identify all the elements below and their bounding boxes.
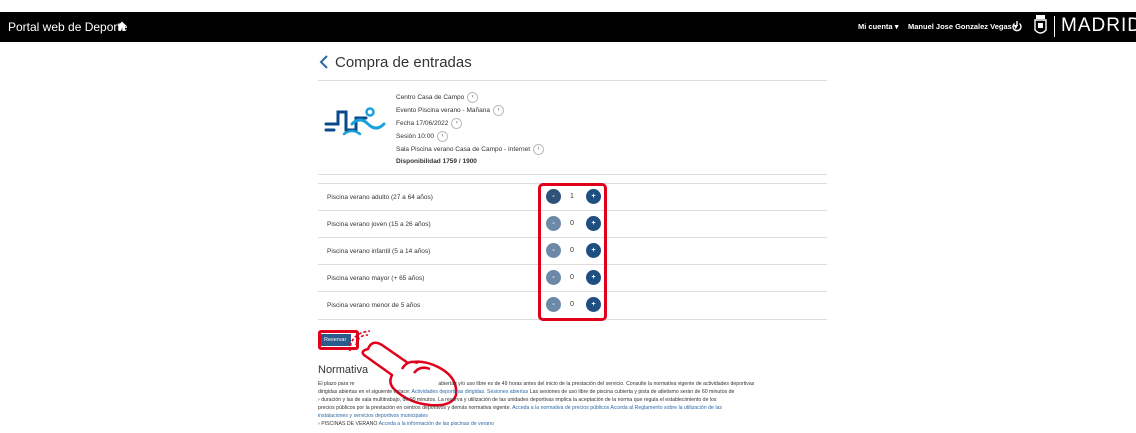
chevron-left-icon[interactable]: ‹ — [533, 144, 545, 155]
section-title-normativa: Normativa — [318, 364, 369, 376]
facilities-link[interactable]: instalaciones y servicios deportivos mun… — [318, 413, 428, 419]
quantity-highlight-box — [538, 183, 607, 321]
madrid-crest-icon — [1034, 15, 1047, 34]
home-icon[interactable] — [117, 21, 127, 31]
normativa-text: precios públicos por la prestación en ce… — [318, 405, 511, 411]
session-label: Sesión 10:00 — [396, 133, 434, 141]
normativa-text: abiertas y/o uso libre es de 49 horas an… — [438, 381, 755, 387]
chevron-left-icon[interactable]: ‹ — [436, 131, 448, 142]
my-account-menu[interactable]: Mi cuenta ▾ — [858, 22, 898, 31]
ticket-label: Piscina verano menor de 5 años — [327, 302, 421, 309]
activities-link[interactable]: Actividades deportivas dirigidas. Sesion… — [411, 389, 528, 395]
availability-info-row: Disponibilidad 1759 / 1900 — [396, 158, 477, 165]
room-info-row: Sala Piscina verano Casa de Campo - Inte… — [396, 144, 545, 155]
bullet-icon: › — [318, 397, 320, 403]
ticket-label: Piscina verano mayor (+ 65 años) — [327, 275, 425, 282]
ticket-label: Piscina verano infantil (5 a 14 años) — [327, 248, 431, 255]
date-info-row: Fecha 17/06/2022 ‹ — [396, 118, 463, 129]
event-info-row: Evento Piscina verano - Mañana ‹ — [396, 105, 504, 116]
normativa-line: dirigidas abiertas en el siguiente enlac… — [318, 389, 734, 395]
page-title: Compra de entradas — [335, 54, 472, 71]
chevron-left-icon[interactable]: ‹ — [467, 92, 479, 103]
portal-title-link[interactable]: Portal web de Deporte — [8, 20, 127, 34]
user-name-label: Manuel Jose Gonzalez Vegas — [908, 22, 1012, 31]
normativa-line: instalaciones y servicios deportivos mun… — [318, 413, 428, 419]
session-info-row: Sesión 10:00 ‹ — [396, 131, 448, 142]
back-chevron-icon[interactable] — [318, 55, 330, 69]
top-navigation-bar: Portal web de Deporte Mi cuenta ▾ Manuel… — [0, 12, 1136, 42]
normativa-text: Las sesiones de uso libre de piscina cub… — [529, 389, 735, 395]
center-label: Centro Casa de Campo — [396, 94, 465, 102]
normativa-line: precios públicos por la prestación en ce… — [318, 405, 722, 411]
power-icon[interactable] — [1011, 19, 1023, 33]
ticket-label: Piscina verano adulto (27 a 64 años) — [327, 194, 433, 201]
regulations-link[interactable]: Acceda a la normativa de precios público… — [512, 405, 722, 411]
center-info-row: Centro Casa de Campo ‹ — [396, 92, 479, 103]
normativa-text: duración y las de sala multitrabajo, de … — [321, 397, 717, 403]
pool-swimmer-logo-icon — [324, 107, 386, 136]
normativa-line: El plazo para re abiertas y/o uso libre e… — [318, 381, 754, 387]
normativa-text: dirigidas abiertas en el siguiente enlac… — [318, 389, 411, 395]
normativa-line: › duración y las de sala multitrabajo, d… — [318, 397, 717, 403]
main-content: Compra de entradas Centro Casa de Campo ‹… — [318, 42, 828, 433]
chevron-left-icon[interactable]: ‹ — [492, 105, 504, 116]
summer-pools-link[interactable]: Acceda a la información de las piscinas … — [379, 421, 494, 427]
room-label: Sala Piscina verano Casa de Campo - Inte… — [396, 146, 531, 154]
divider — [318, 174, 827, 175]
my-account-label: Mi cuenta — [858, 22, 893, 31]
normativa-text: El plazo para re — [318, 381, 355, 387]
event-label: Evento Piscina verano - Mañana — [396, 107, 490, 115]
chevron-left-icon[interactable]: ‹ — [451, 118, 463, 129]
bullet-icon: › — [318, 421, 320, 427]
availability-label: Disponibilidad 1759 / 1900 — [396, 158, 477, 165]
normativa-line: › PISCINAS DE VERANO Acceda a la informa… — [318, 421, 494, 427]
divider — [318, 80, 827, 81]
date-label: Fecha 17/06/2022 — [396, 120, 449, 128]
madrid-logo-text[interactable]: MADRID — [1061, 15, 1136, 37]
user-menu[interactable]: Manuel Jose Gonzalez Vegas ▾ — [908, 22, 1018, 31]
chevron-down-icon: ▾ — [894, 22, 899, 31]
normativa-text: PISCINAS DE VERANO — [321, 421, 378, 427]
header-divider — [1054, 16, 1055, 37]
ticket-label: Piscina verano joven (15 a 26 años) — [327, 221, 431, 228]
